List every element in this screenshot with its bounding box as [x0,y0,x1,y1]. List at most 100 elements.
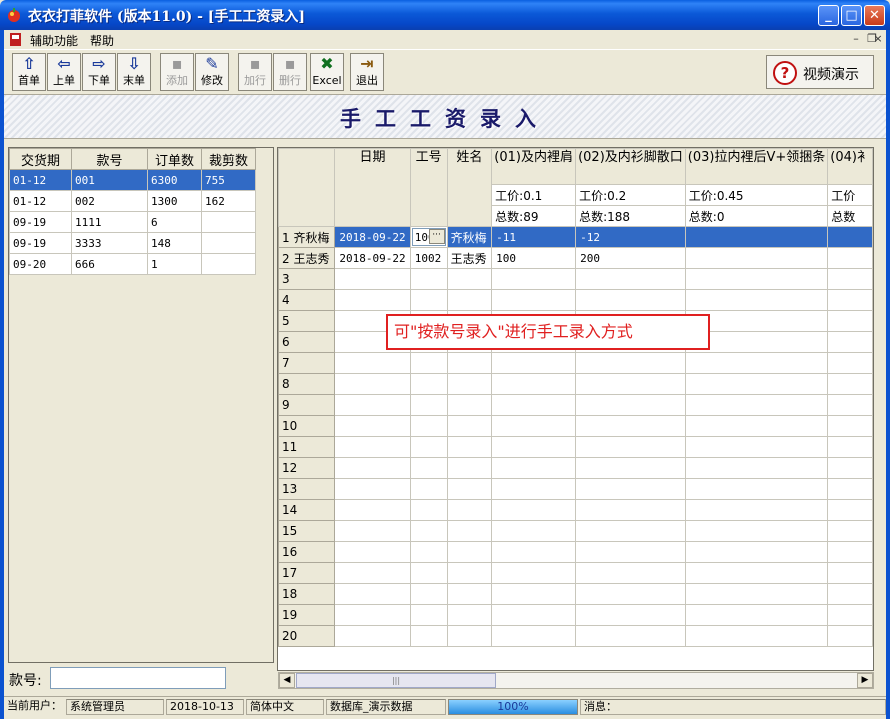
cell-process-02[interactable] [575,415,686,437]
cell-process-03[interactable] [684,436,829,458]
minimize-button[interactable]: _ [818,5,839,26]
cell-process-04[interactable] [827,289,873,311]
cell-process-02[interactable] [575,457,686,479]
cell-process-01[interactable] [491,373,577,395]
cell-date[interactable] [334,352,411,374]
cell-employee-id[interactable] [409,520,448,542]
cell-date[interactable] [334,541,411,563]
cell-process-02[interactable] [575,352,686,374]
column-header-process-02[interactable]: (02)及内衫脚散口 [575,148,686,185]
cell-process-02[interactable] [575,520,686,542]
cell-employee-id[interactable] [409,625,448,647]
cell-employee-id[interactable] [409,394,448,416]
cell-employee-id[interactable] [409,352,448,374]
cell-date[interactable] [334,478,411,500]
cell-process-02[interactable] [575,583,686,605]
cell-date[interactable] [334,625,411,647]
cell-process-01[interactable] [491,415,577,437]
table-row[interactable]: 09-19 1111 6 [9,211,256,233]
cell-employee-id[interactable] [409,541,448,563]
cell-process-03[interactable] [684,352,829,374]
edit-button[interactable]: ✎ 修改 [195,53,229,91]
table-row[interactable]: 20 [278,625,873,647]
cell-employee-id[interactable] [409,415,448,437]
cell-process-01[interactable]: -11 [491,226,577,248]
cell-process-02[interactable] [575,499,686,521]
cell-process-03[interactable] [684,415,829,437]
menu-help[interactable]: 帮助 [90,32,114,49]
cell-employee-id[interactable] [409,373,448,395]
exit-button[interactable]: ⇥ 退出 [350,53,384,91]
cell-date[interactable]: 2018-09-22 [334,226,411,248]
table-row[interactable]: 09-19 3333 148 [9,232,256,254]
cell-name[interactable] [446,415,493,437]
cell-process-03[interactable] [684,541,829,563]
cell-process-01[interactable]: 100 [491,247,577,269]
cell-process-04[interactable] [827,310,873,332]
table-row[interactable]: 1 齐秋梅2018-09-221001···齐秋梅-11-12 [278,226,873,248]
table-row[interactable]: 13 [278,478,873,500]
cell-process-03[interactable] [684,520,829,542]
column-header-delivery-date[interactable]: 交货期 [9,148,72,170]
cell-process-04[interactable] [827,352,873,374]
table-row[interactable]: 19 [278,604,873,626]
cell-name[interactable]: 王志秀 [446,247,493,269]
mdi-close-button[interactable]: × [870,32,886,46]
cell-process-03[interactable] [684,583,829,605]
add-row-button[interactable]: ▪ 加行 [238,53,272,91]
first-record-button[interactable]: ⇧ 首单 [12,53,46,91]
last-record-button[interactable]: ⇩ 末单 [117,53,151,91]
cell-process-01[interactable] [491,562,577,584]
cell-employee-id[interactable] [409,499,448,521]
cell-name[interactable] [446,478,493,500]
cell-employee-id[interactable]: 1002 [409,247,448,269]
cell-process-03[interactable] [684,226,829,248]
column-header-employee-id[interactable]: 工号 [409,148,448,227]
cell-process-01[interactable] [491,499,577,521]
cell-process-04[interactable] [827,331,873,353]
cell-employee-id[interactable]: 1001··· [409,226,448,248]
column-header-process-03[interactable]: (03)拉内裡后V+领捆条 [684,148,829,185]
cell-process-04[interactable] [827,457,873,479]
cell-process-01[interactable] [491,289,577,311]
delete-row-button[interactable]: ▪ 删行 [273,53,307,91]
cell-date[interactable] [334,457,411,479]
cell-process-01[interactable] [491,436,577,458]
table-row[interactable]: 14 [278,499,873,521]
cell-process-01[interactable] [491,457,577,479]
column-header-date[interactable]: 日期 [334,148,411,227]
cell-process-02[interactable] [575,436,686,458]
cell-name[interactable] [446,457,493,479]
column-header-process-01[interactable]: (01)及内裡肩 [491,148,577,185]
table-row[interactable]: 15 [278,520,873,542]
cell-date[interactable] [334,604,411,626]
cell-name[interactable]: 齐秋梅 [446,226,493,248]
cell-process-03[interactable] [684,625,829,647]
cell-process-02[interactable] [575,289,686,311]
scroll-left-icon[interactable]: ◀ [279,673,295,688]
cell-process-01[interactable] [491,268,577,290]
cell-process-03[interactable] [684,604,829,626]
table-row[interactable]: 01-12 001 6300 755 [9,169,256,191]
cell-process-02[interactable] [575,478,686,500]
column-header-style-no[interactable]: 款号 [71,148,148,170]
cell-date[interactable] [334,415,411,437]
cell-process-03[interactable] [684,478,829,500]
cell-name[interactable] [446,604,493,626]
cell-name[interactable] [446,541,493,563]
cell-date[interactable] [334,562,411,584]
cell-process-04[interactable] [827,373,873,395]
cell-process-04[interactable] [827,226,873,248]
cell-process-02[interactable] [575,541,686,563]
table-row[interactable]: 11 [278,436,873,458]
cell-process-03[interactable] [684,247,829,269]
cell-process-03[interactable] [684,499,829,521]
cell-name[interactable] [446,352,493,374]
cell-process-01[interactable] [491,520,577,542]
lookup-ellipsis-button[interactable]: ··· [428,229,445,244]
cell-process-02[interactable] [575,373,686,395]
cell-process-02[interactable]: 200 [575,247,686,269]
cell-process-03[interactable] [684,289,829,311]
cell-date[interactable] [334,289,411,311]
table-row[interactable]: 16 [278,541,873,563]
